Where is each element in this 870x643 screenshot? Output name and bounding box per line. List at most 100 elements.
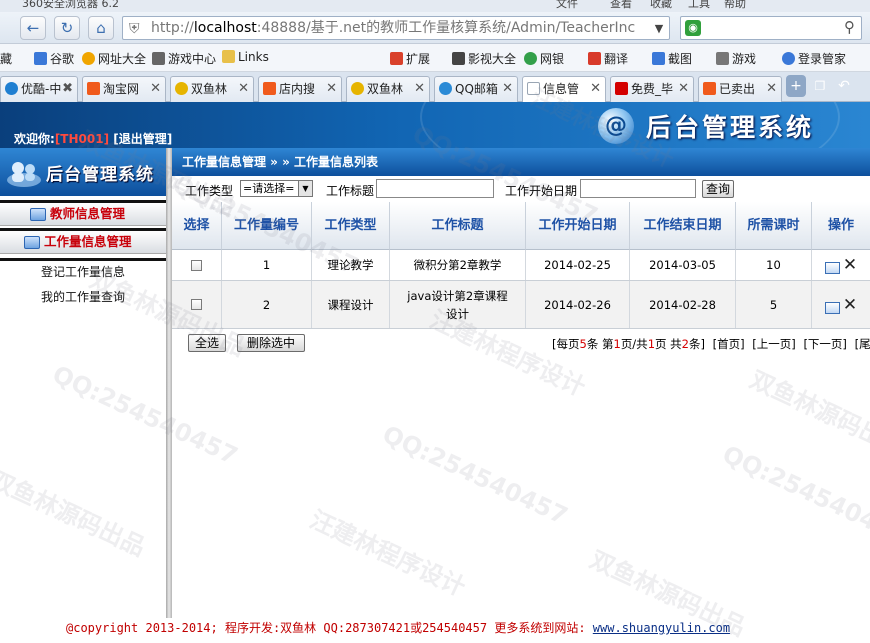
column-header-end-date: 工作结束日期 <box>630 202 736 250</box>
toolbar-game[interactable]: 游戏 <box>716 50 756 67</box>
row-checkbox[interactable] <box>191 259 202 271</box>
table-row: 2 课程设计 java设计第2章课程设计 2014-02-26 2014-02-… <box>172 281 870 329</box>
bookmark-links[interactable]: Links <box>222 50 269 64</box>
select-all-button[interactable]: 全选 <box>188 334 226 352</box>
toolbar-video[interactable]: 影视大全 <box>452 50 516 67</box>
menu-view[interactable]: 查看 <box>610 0 632 11</box>
new-tab-button[interactable]: + <box>786 75 806 97</box>
delete-selected-button[interactable]: 删除选中 <box>237 334 305 352</box>
first-page-link[interactable]: [首页] <box>713 337 745 351</box>
menu-tools[interactable]: 工具 <box>688 0 710 11</box>
edit-icon[interactable] <box>824 301 840 314</box>
site-icon <box>615 82 628 95</box>
close-icon[interactable]: ✕ <box>326 77 337 101</box>
delete-icon[interactable]: ✕ <box>843 257 857 274</box>
tab-store-search[interactable]: 店内搜 ✕ <box>258 76 342 102</box>
toolbar-bank[interactable]: 网银 <box>524 50 564 67</box>
star-icon <box>351 82 364 95</box>
address-dropdown-button[interactable]: ▼ <box>650 16 668 40</box>
work-type-select[interactable]: =请选择= ▼ <box>240 180 313 197</box>
url-path: :48888/基于.net的教师工作量核算系统/Admin/TeacherInc <box>256 20 636 36</box>
sidebar-item-register-workload[interactable]: 登记工作量信息 <box>0 260 166 284</box>
toolbar-extensions[interactable]: 扩展 <box>390 50 430 67</box>
cell-type: 课程设计 <box>312 281 390 328</box>
pagination: [每页5条 第1页/共1页 共2条] [首页] [上一页] [下一页] [尾页] <box>552 336 870 352</box>
back-button[interactable]: ← <box>20 16 46 40</box>
sidebar-section-teacher-info[interactable]: 教师信息管理 <box>0 200 166 226</box>
row-checkbox[interactable] <box>191 299 202 310</box>
close-icon[interactable]: ✕ <box>590 77 601 101</box>
footer-copyright: @copyright 2013-2014; 程序开发:双鱼林 QQ:287307… <box>66 621 586 635</box>
close-icon[interactable]: ✕ <box>766 77 777 101</box>
total-pages: 1 <box>647 337 656 351</box>
title-label: 工作标题 <box>326 184 375 198</box>
search-button[interactable]: 查询 <box>702 180 734 198</box>
start-date-input[interactable] <box>580 179 696 198</box>
last-page-link[interactable]: [尾页] <box>855 337 870 351</box>
bookmark-directory[interactable]: 网址大全 <box>82 50 146 67</box>
magnifier-icon[interactable]: ⚲ <box>844 18 855 36</box>
url-prefix: http:// <box>151 20 194 36</box>
close-icon[interactable]: ✕ <box>150 77 161 101</box>
close-icon[interactable]: ✕ <box>238 77 249 101</box>
chevron-down-icon: ▼ <box>298 181 312 196</box>
bookmark-item[interactable]: 藏 <box>0 50 12 67</box>
refresh-button[interactable]: ↻ <box>54 16 80 40</box>
toolbar-translate[interactable]: 翻译 <box>588 50 628 67</box>
delete-icon[interactable]: ✕ <box>843 296 857 313</box>
sidebar-item-my-workload[interactable]: 我的工作量查询 <box>0 285 166 309</box>
toolbar-screenshot[interactable]: 截图 <box>652 50 692 67</box>
start-date-label: 工作开始日期 <box>505 184 578 198</box>
current-page: 1 <box>613 337 621 351</box>
browser-title-bar: 360安全浏览器 6.2 文件 查看 收藏 工具 帮助 <box>0 0 870 12</box>
window-title: 360安全浏览器 6.2 <box>22 0 119 10</box>
tab-youku[interactable]: 优酷-中 ✖ <box>0 76 78 102</box>
next-page-link[interactable]: [下一页] <box>803 337 846 351</box>
tab-shuangyulin-1[interactable]: 双鱼林 ✕ <box>170 76 254 102</box>
prev-page-link[interactable]: [上一页] <box>752 337 795 351</box>
shield-icon: ⛨ <box>129 21 140 37</box>
tab-sold[interactable]: 已卖出 ✕ <box>698 76 782 102</box>
search-input[interactable]: ◉ ⚲ <box>680 16 862 40</box>
home-button[interactable]: ⌂ <box>88 16 114 40</box>
toolbar-login-manager[interactable]: 登录管家 <box>782 50 846 67</box>
page-icon <box>527 82 540 95</box>
tab-free-thesis[interactable]: 免费_毕 ✕ <box>610 76 694 102</box>
user-id: [TH001] <box>54 132 110 146</box>
sidebar-section-workload-info[interactable]: 工作量信息管理 <box>0 228 166 254</box>
menu-help[interactable]: 帮助 <box>724 0 746 11</box>
workload-table: 选择 工作量编号 工作类型 工作标题 工作开始日期 工作结束日期 所需课时 操作… <box>172 202 870 329</box>
breadcrumb: 工作量信息管理 » » 工作量信息列表 <box>172 148 870 176</box>
footer-website-link[interactable]: www.shuangyulin.com <box>593 621 730 635</box>
close-icon[interactable]: ✖ <box>62 77 73 101</box>
undo-close-button[interactable]: ↶ <box>834 75 854 97</box>
bookmark-games[interactable]: 游戏中心 <box>152 50 216 67</box>
restore-tab-button[interactable]: ❐ <box>810 75 830 97</box>
cell-hours: 5 <box>736 281 812 328</box>
close-icon[interactable]: ✕ <box>502 77 513 101</box>
column-header-hours: 所需课时 <box>736 202 812 250</box>
edit-icon[interactable] <box>824 262 840 274</box>
close-icon[interactable]: ✕ <box>414 77 425 101</box>
menu-favorites[interactable]: 收藏 <box>650 0 672 11</box>
logout-link[interactable]: [退出管理] <box>113 132 172 146</box>
scissors-icon <box>652 52 665 65</box>
folder-icon <box>222 50 235 63</box>
tab-taobao[interactable]: 淘宝网 ✕ <box>82 76 166 102</box>
bookmark-google[interactable]: 谷歌 <box>34 50 74 67</box>
address-bar[interactable]: ⛨ http://localhost:48888/基于.net的教师工作量核算系… <box>122 16 670 40</box>
folder-icon <box>24 236 40 249</box>
close-icon[interactable]: ✕ <box>678 77 689 101</box>
table-row: 1 理论教学 微积分第2章教学 2014-02-25 2014-03-05 10… <box>172 250 870 281</box>
welcome-bar: 欢迎你:[TH001] [退出管理] <box>14 130 172 147</box>
google-icon <box>34 52 47 65</box>
tab-shuangyulin-2[interactable]: 双鱼林 ✕ <box>346 76 430 102</box>
gamepad-icon <box>152 52 165 65</box>
cell-start-date: 2014-02-25 <box>526 250 630 280</box>
menu-file[interactable]: 文件 <box>556 0 578 11</box>
tab-info-management[interactable]: 信息管 ✕ <box>522 76 606 102</box>
gamepad-icon <box>716 52 729 65</box>
people-logo-icon <box>7 162 41 187</box>
tab-qq-mail[interactable]: QQ邮箱 ✕ <box>434 76 518 102</box>
work-title-input[interactable] <box>376 179 494 198</box>
